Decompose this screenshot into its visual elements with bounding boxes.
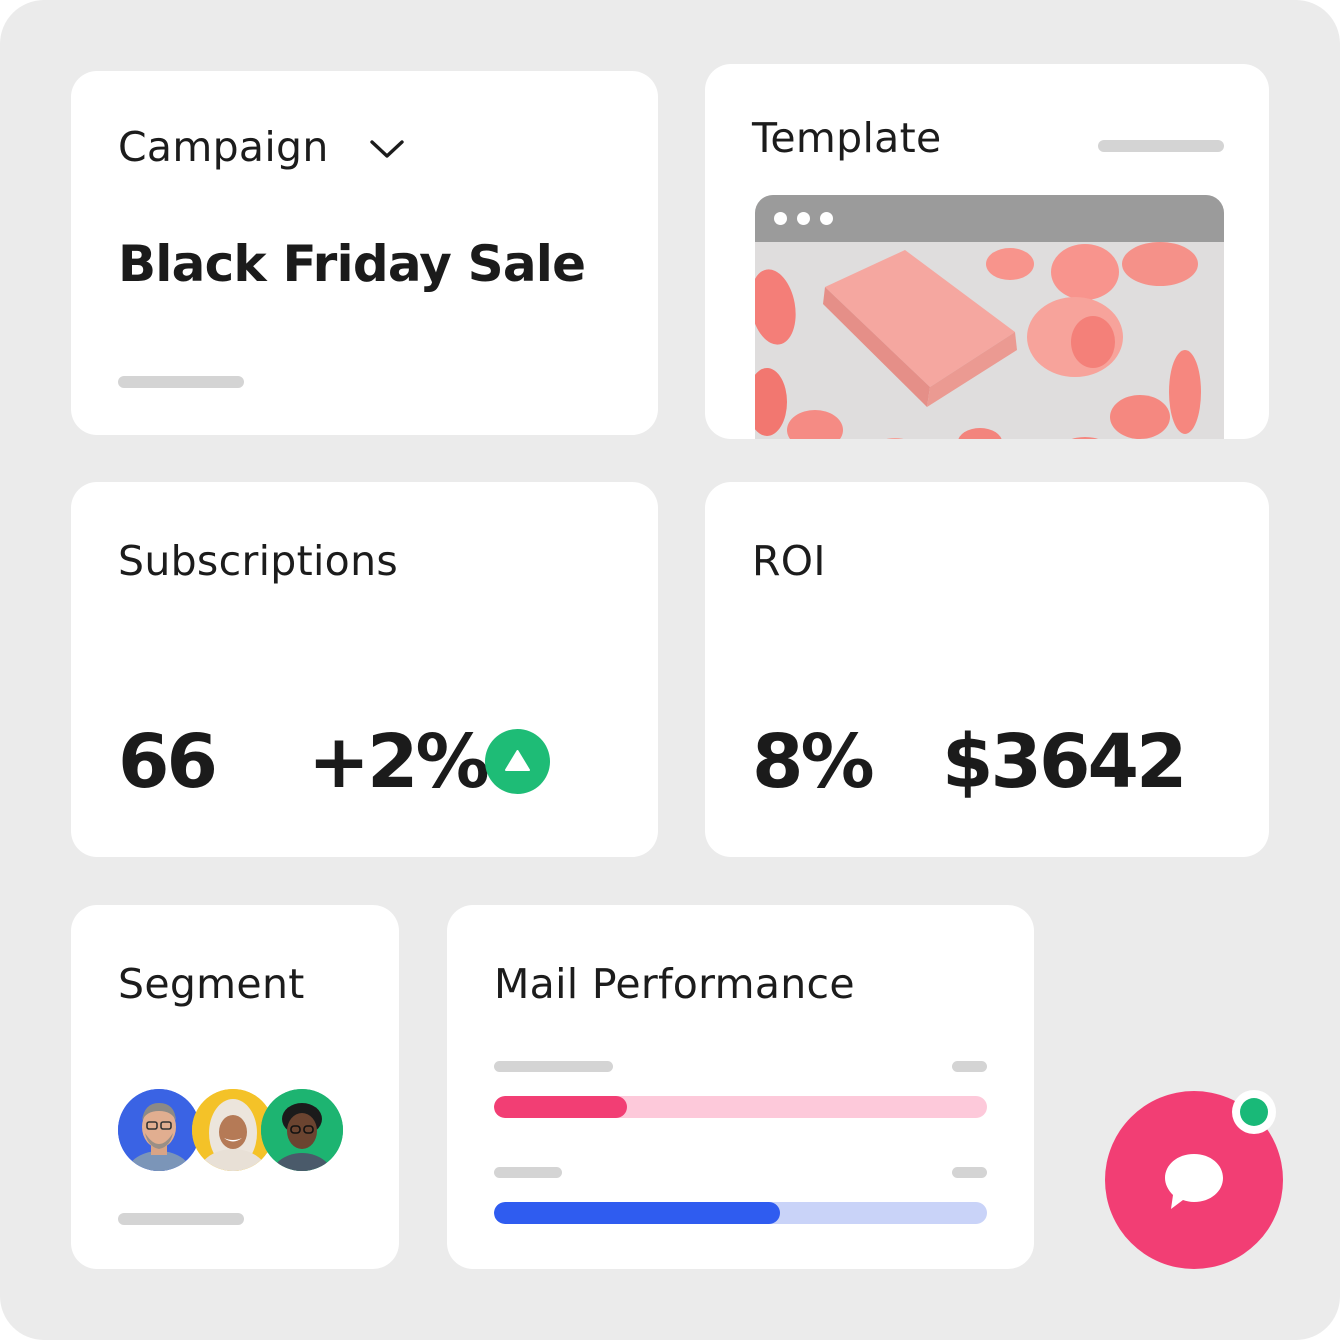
subscriptions-card: Subscriptions 66 +2%	[71, 482, 658, 857]
roi-card: ROI 8% $3642	[705, 482, 1269, 857]
segment-title: Segment	[118, 960, 305, 1008]
template-card[interactable]: Template	[705, 64, 1269, 439]
placeholder-line	[1098, 140, 1224, 152]
subscriptions-title: Subscriptions	[118, 537, 399, 585]
avatar	[261, 1089, 343, 1171]
chevron-down-icon[interactable]	[369, 137, 405, 161]
progress-bar-fill	[494, 1202, 780, 1224]
placeholder-line	[952, 1167, 987, 1178]
placeholder-line	[118, 1213, 244, 1225]
campaign-dropdown[interactable]: Campaign	[118, 123, 329, 171]
template-title: Template	[752, 114, 942, 162]
campaign-title: Campaign	[118, 123, 329, 171]
placeholder-line	[118, 376, 244, 388]
triangle-up-icon	[505, 750, 530, 771]
placeholder-line	[952, 1061, 987, 1072]
mail-performance-title: Mail Performance	[494, 960, 855, 1008]
campaign-card: Campaign Black Friday Sale	[71, 71, 658, 435]
mail-performance-card: Mail Performance	[447, 905, 1034, 1269]
roi-percent: 8%	[752, 719, 875, 805]
browser-bar	[755, 195, 1224, 242]
campaign-name: Black Friday Sale	[118, 235, 586, 293]
online-status-dot	[1232, 1090, 1276, 1134]
subscriptions-count: 66	[118, 719, 218, 805]
template-preview[interactable]	[755, 195, 1224, 439]
progress-bar-track	[494, 1202, 987, 1224]
dashboard-board: Campaign Black Friday Sale Template Subs…	[0, 0, 1340, 1340]
window-dot-icon	[774, 212, 787, 225]
roi-title: ROI	[752, 537, 826, 585]
trend-up-badge	[485, 729, 550, 794]
placeholder-line	[494, 1167, 562, 1178]
placeholder-line	[494, 1061, 613, 1072]
segment-card: Segment	[71, 905, 399, 1269]
progress-bar-fill	[494, 1096, 628, 1118]
progress-bar-track	[494, 1096, 987, 1118]
subscriptions-change: +2%	[308, 719, 490, 805]
window-dot-icon	[797, 212, 810, 225]
window-dot-icon	[820, 212, 833, 225]
avatar	[118, 1089, 200, 1171]
roi-amount: $3642	[942, 719, 1187, 805]
template-image	[755, 242, 1224, 439]
